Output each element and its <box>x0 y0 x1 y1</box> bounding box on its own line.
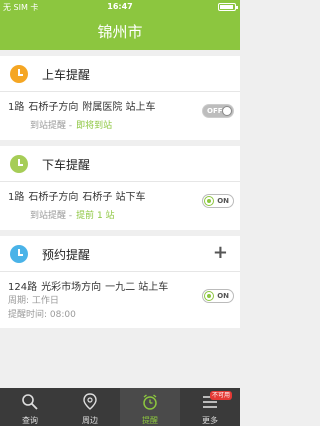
toggle-knob <box>204 291 214 301</box>
status-bar: 无 SIM 卡 16:47 <box>0 0 240 14</box>
tab-reminder[interactable]: 提醒 <box>120 388 180 426</box>
tab-label: 提醒 <box>142 416 158 425</box>
toggle-text: ON <box>217 197 229 205</box>
scheduled-reminder-section: 预约提醒 + 124路 光彩市场方向 一九二 站上车 周期: 工作日 提醒时间: 0… <box>0 236 240 328</box>
tab-more[interactable]: 不可用 更多 <box>180 388 240 426</box>
direction-label: 石桥子方向 <box>28 102 79 113</box>
add-icon[interactable]: + <box>213 243 228 263</box>
route-label: 124路 <box>8 282 38 293</box>
city-title[interactable]: 锦州市 <box>97 23 142 41</box>
station-label: 一九二 站上车 <box>105 282 169 293</box>
toggle-knob <box>222 106 232 116</box>
clock-icon <box>10 245 28 263</box>
tab-bar: 查询 周边 提醒 不可用 更多 <box>0 388 240 426</box>
clock-text: 16:47 <box>107 2 133 11</box>
section-title: 预约提醒 <box>42 248 91 262</box>
tab-label: 周边 <box>82 416 98 425</box>
reminder-sub: 到站提醒 - 即将到站 <box>30 118 112 131</box>
sub-label: 到站提醒 - <box>30 211 73 221</box>
tab-label: 查询 <box>22 416 38 425</box>
clock-icon <box>10 65 28 83</box>
map-pin-icon <box>83 393 97 410</box>
tab-nearby[interactable]: 周边 <box>60 388 120 426</box>
sub-value: 提前 1 站 <box>76 211 115 221</box>
boarding-reminder-section: 上车提醒 1路 石桥子方向 附属医院 站上车 到站提醒 - 即将到站 OFF <box>0 56 240 140</box>
alighting-reminder-section: 下车提醒 1路 石桥子方向 石桥子 站下车 到站提醒 - 提前 1 站 ON <box>0 146 240 230</box>
route-label: 1路 <box>8 192 25 203</box>
direction-label: 石桥子方向 <box>28 192 79 203</box>
section-header: 下车提醒 <box>0 146 240 182</box>
route-label: 1路 <box>8 102 25 113</box>
tab-label: 更多 <box>202 416 218 425</box>
section-title: 下车提醒 <box>42 158 91 172</box>
reminder-time-text: 提醒时间: 08:00 <box>8 310 76 320</box>
station-label: 石桥子 站下车 <box>82 192 146 203</box>
clock-icon <box>10 155 28 173</box>
more-badge: 不可用 <box>209 391 232 400</box>
station-label: 附属医院 站上车 <box>82 102 156 113</box>
reminder-row[interactable]: 1路 石桥子方向 附属医院 站上车 <box>8 98 160 113</box>
reminder-row[interactable]: 1路 石桥子方向 石桥子 站下车 <box>8 188 150 203</box>
toggle-knob <box>204 196 214 206</box>
nav-bar: 锦州市 <box>0 14 240 50</box>
reminder-toggle[interactable]: ON <box>202 289 234 303</box>
section-title: 上车提醒 <box>42 68 91 82</box>
direction-label: 光彩市场方向 <box>41 282 102 293</box>
alarm-icon <box>143 394 157 410</box>
section-header: 上车提醒 <box>0 56 240 92</box>
reminder-row[interactable]: 124路 光彩市场方向 一九二 站上车 <box>8 278 172 293</box>
reminder-sub: 到站提醒 - 提前 1 站 <box>30 208 115 221</box>
sub-value: 即将到站 <box>76 121 113 131</box>
reminder-toggle[interactable]: ON <box>202 194 234 208</box>
reminder-toggle[interactable]: OFF <box>202 104 234 118</box>
period-text: 周期: 工作日 <box>8 296 59 306</box>
toggle-text: ON <box>217 292 229 300</box>
battery-icon <box>218 3 238 11</box>
sub-label: 到站提醒 - <box>30 121 73 131</box>
search-icon <box>22 394 38 410</box>
toggle-text: OFF <box>207 107 223 115</box>
section-header: 预约提醒 + <box>0 236 240 272</box>
tab-search[interactable]: 查询 <box>0 388 60 426</box>
